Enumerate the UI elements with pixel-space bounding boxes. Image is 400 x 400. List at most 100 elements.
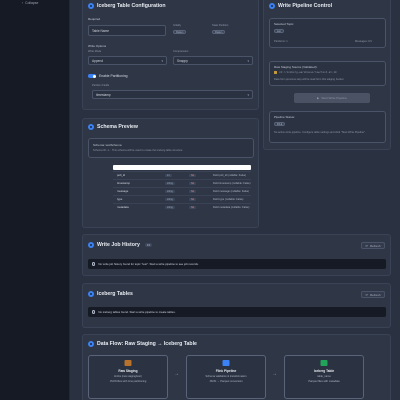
field-name: type xyxy=(117,197,123,201)
chevron-down-icon: ▾ xyxy=(161,58,163,63)
field-description: Field type (nullable: False) xyxy=(213,197,244,201)
table-row: message string No Field message (nullabl… xyxy=(113,187,251,194)
field-type: string xyxy=(165,189,175,193)
status-badge: IDLE xyxy=(274,122,286,126)
write-history-title-text: Write Job History xyxy=(97,242,140,248)
bucket-icon xyxy=(124,360,132,366)
refresh-icon: ⟳ xyxy=(365,292,368,297)
pipeline-control-card: Write Pipeline Control Selected Topic te… xyxy=(263,0,391,150)
field-name: metadata xyxy=(117,205,129,209)
table-config-title-text: Iceberg Table Configuration xyxy=(97,3,166,9)
selected-topic-box: Selected Topic test Partitions: 1 Messag… xyxy=(269,18,386,48)
field-nullable: No xyxy=(189,181,197,185)
info-icon: i xyxy=(92,262,96,266)
field-name: message xyxy=(117,189,129,193)
iceberg-tables-card: Iceberg Tables ⟳ Refresh i No iceberg ta… xyxy=(82,283,391,328)
field-nullable: No xyxy=(189,189,197,193)
schema-preview-title: Schema Preview xyxy=(88,124,138,130)
data-flow-card: Data Flow: Raw Staging → Iceberg Table R… xyxy=(82,334,391,400)
flow-step-title: Flink Pipeline xyxy=(215,369,237,373)
partition-fields-value: timestamp xyxy=(96,92,111,97)
arrow-right-icon: → xyxy=(272,371,277,377)
raw-source-path-text: s3://iceberg-warehouse/raw/test-at-10 xyxy=(279,71,337,74)
history-count-badge: 0/0 xyxy=(144,243,153,247)
flow-step-line1: table_name xyxy=(317,375,331,378)
schema-table: poll_id int No Field poll_id (nullable: … xyxy=(113,171,251,221)
pipeline-control-title: Write Pipeline Control xyxy=(269,3,332,9)
partition-fields-select[interactable]: timestamp ▾ xyxy=(92,90,253,99)
partition-fields-label: Partition Fields xyxy=(92,84,110,87)
flow-step-line1: kinfos (raw staging/test) xyxy=(114,375,142,378)
raw-source-label: Raw Staging Source (Validated): xyxy=(274,65,318,69)
flow-step-raw-staging: Raw Staging kinfos (raw staging/test) JS… xyxy=(88,355,168,399)
info-icon: i xyxy=(92,310,96,314)
required-label: Required xyxy=(88,17,101,21)
tables-refresh-button[interactable]: ⟳ Refresh xyxy=(361,291,385,298)
table-config-card: Iceberg Table Configuration Required Tab… xyxy=(82,0,259,110)
flow-step-flink: Flink Pipeline Schema validation & trans… xyxy=(186,355,266,399)
tables-empty-message: i No iceberg tables found. Start a write… xyxy=(88,307,386,317)
initially-label: Initially xyxy=(173,24,181,27)
history-empty-text: No write job history found for topic "te… xyxy=(98,262,199,266)
flow-step-title: Iceberg Table xyxy=(313,369,335,373)
tables-empty-text: No iceberg tables found. Start a write p… xyxy=(98,310,176,314)
iceberg-tables-title-text: Iceberg Tables xyxy=(97,291,133,297)
field-description: Field message (nullable: False) xyxy=(213,189,250,193)
table-row: poll_id int No Field poll_id (nullable: … xyxy=(113,171,251,178)
state-partition-label: State Partition xyxy=(212,24,229,27)
partitioning-toggle[interactable] xyxy=(88,74,96,78)
field-name: poll_id xyxy=(117,173,126,177)
initially-chip[interactable]: Flatten xyxy=(173,30,187,34)
flow-step-line1: Schema validation & transformation xyxy=(205,375,247,378)
history-empty-message: i No write job history found for topic "… xyxy=(88,259,386,269)
field-type: string xyxy=(165,197,175,201)
compression-value: Snappy xyxy=(177,58,188,63)
field-name: timestamp xyxy=(117,181,130,185)
pipeline-control-title-text: Write Pipeline Control xyxy=(278,3,333,9)
partitioning-label: Enable Partitioning xyxy=(99,74,128,78)
arrow-right-icon: → xyxy=(174,371,179,377)
collapse-button[interactable]: ‹ Collapse xyxy=(22,1,38,5)
write-mode-select[interactable]: Append ▾ xyxy=(88,56,167,65)
write-history-title: Write Job History 0/0 xyxy=(88,242,153,248)
play-icon: ▶ xyxy=(317,96,320,100)
raw-source-path: s3://iceberg-warehouse/raw/test-at-10 xyxy=(274,71,337,74)
tables-refresh-label: Refresh xyxy=(370,292,381,297)
schema-preview-title-text: Schema Preview xyxy=(97,124,138,130)
compression-select[interactable]: Snappy ▾ xyxy=(173,56,253,65)
write-mode-label: Write Mode xyxy=(88,50,102,53)
schema-header-box: Schema: testSchema Schema ID: -1 · This … xyxy=(88,138,254,158)
write-options-label: Write Options xyxy=(88,44,107,48)
raw-source-box: Raw Staging Source (Validated): s3://ice… xyxy=(269,61,386,86)
table-name-input[interactable]: Table Name xyxy=(88,25,166,36)
write-mode-value: Append xyxy=(92,58,103,63)
table-config-title: Iceberg Table Configuration xyxy=(88,3,166,9)
gear-icon xyxy=(222,360,230,366)
sidebar: ‹ Collapse xyxy=(0,0,70,400)
pipeline-status-box: Pipeline Status: IDLE No active write pi… xyxy=(269,111,386,143)
schema-name: Schema: testSchema xyxy=(93,143,122,147)
field-nullable: No xyxy=(189,197,197,201)
flow-step-iceberg: Iceberg Table table_name Parquet files w… xyxy=(284,355,364,399)
partitions-text: Partitions: 1 xyxy=(274,40,288,43)
chevron-down-icon: ▾ xyxy=(247,92,249,97)
field-description: Field timestamp (nullable: False) xyxy=(213,181,251,185)
flow-step-title: Raw Staging xyxy=(118,369,138,373)
messages-text: Messages: 6/1 xyxy=(355,40,372,43)
write-history-card: Write Job History 0/0 ⟳ Refresh i No wri… xyxy=(82,234,391,276)
refresh-icon: ⟳ xyxy=(365,243,368,248)
table-row: type string No Field type (nullable: Fal… xyxy=(113,195,251,202)
field-nullable: No xyxy=(189,173,197,177)
pipeline-status-label: Pipeline Status: xyxy=(274,115,295,119)
flow-step-line2: JSON files with time partitioning xyxy=(109,380,147,383)
history-refresh-button[interactable]: ⟳ Refresh xyxy=(361,242,385,249)
start-pipeline-button[interactable]: ▶ Start Write Pipeline xyxy=(294,93,370,103)
flow-icon xyxy=(88,341,94,347)
history-refresh-label: Refresh xyxy=(370,243,381,248)
selected-topic-label: Selected Topic xyxy=(274,22,294,26)
state-partition-chip[interactable]: Flatten xyxy=(212,30,226,34)
data-flow-title: Data Flow: Raw Staging → Iceberg Table xyxy=(88,341,197,347)
chevron-down-icon: ▾ xyxy=(247,58,249,63)
start-pipeline-label: Start Write Pipeline xyxy=(321,96,347,100)
compression-label: Compression xyxy=(173,50,189,53)
